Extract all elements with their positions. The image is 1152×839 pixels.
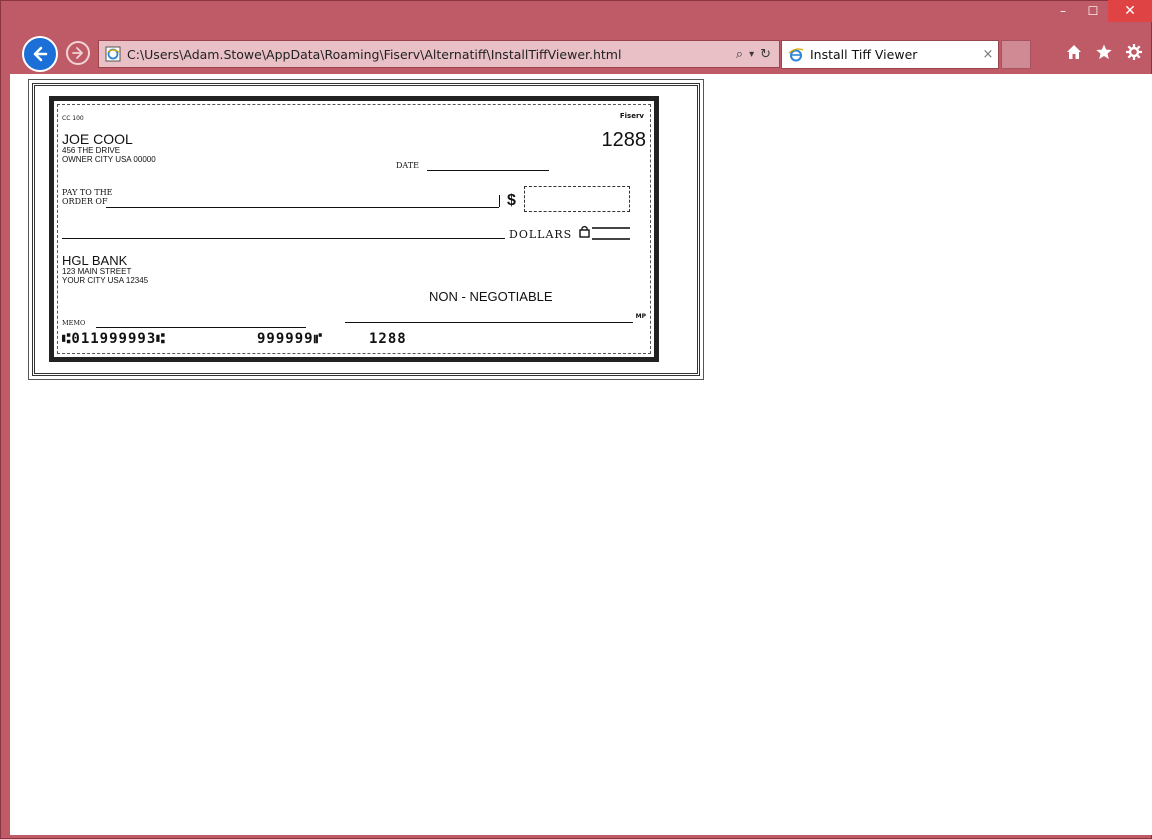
mp-label: MP: [635, 313, 646, 320]
form-code: CC 100: [62, 115, 84, 122]
dollars-label: DOLLARS: [509, 228, 573, 241]
security-features-note: [592, 227, 630, 240]
bank-city: YOUR CITY USA 12345: [62, 276, 149, 285]
settings-gear-icon[interactable]: [1124, 42, 1144, 62]
owner-name: JOE COOL: [62, 131, 133, 147]
security-lock-icon: [579, 225, 590, 238]
url-text[interactable]: C:\Users\Adam.Stowe\AppData\Roaming\Fise…: [127, 47, 736, 62]
home-icon[interactable]: [1064, 42, 1084, 62]
page-content: CC 100 Fiserv JOE COOL 456 THE DRIVE OWN…: [10, 74, 1152, 835]
ie-page-icon: [105, 46, 121, 62]
address-bar[interactable]: C:\Users\Adam.Stowe\AppData\Roaming\Fise…: [98, 40, 780, 68]
close-window-button[interactable]: ✕: [1108, 0, 1152, 22]
micr-account-number: 999999⑈: [257, 331, 323, 347]
tab-install-tiff-viewer[interactable]: Install Tiff Viewer ×: [781, 40, 999, 69]
back-button[interactable]: [22, 36, 58, 72]
favorites-star-icon[interactable]: [1094, 42, 1114, 62]
payee-line-end: [499, 195, 500, 207]
memo-line: [96, 327, 306, 328]
micr-routing-number: ⑆011999993⑆: [62, 331, 166, 347]
search-dropdown-icon[interactable]: ▾: [749, 49, 754, 60]
bank-brand-logo: Fiserv: [619, 112, 644, 120]
maximize-button[interactable]: ☐: [1078, 0, 1108, 22]
non-negotiable-text: NON - NEGOTIABLE: [429, 289, 553, 304]
owner-city: OWNER CITY USA 00000: [62, 155, 156, 164]
memo-label: MEMO: [62, 319, 86, 327]
tab-close-icon[interactable]: ×: [978, 47, 998, 62]
forward-arrow-icon: [72, 47, 83, 59]
back-arrow-icon: [33, 46, 48, 62]
new-tab-button[interactable]: [1001, 40, 1031, 69]
amount-box: [524, 186, 630, 212]
check-security-border: CC 100 Fiserv JOE COOL 456 THE DRIVE OWN…: [49, 96, 659, 362]
check-number: 1288: [601, 129, 647, 151]
bank-name: HGL BANK: [62, 253, 128, 268]
order-of-label: ORDER OF: [62, 197, 108, 206]
tab-title: Install Tiff Viewer: [810, 47, 918, 62]
date-label: DATE: [396, 161, 419, 170]
window-caption-buttons: – ☐ ✕: [1048, 0, 1152, 22]
payee-line: [106, 207, 499, 208]
browser-toolbar: [1064, 42, 1144, 62]
bank-street: 123 MAIN STREET: [62, 267, 132, 276]
minimize-button[interactable]: –: [1048, 0, 1078, 22]
ie-logo-icon: [788, 47, 804, 61]
amount-words-line: [62, 238, 505, 239]
search-icon[interactable]: ⌕: [736, 47, 743, 62]
pay-to-label: PAY TO THE: [62, 188, 113, 197]
signature-line: [345, 322, 633, 323]
forward-button[interactable]: [66, 41, 90, 65]
dollar-sign: $: [507, 192, 516, 209]
date-line: [427, 170, 549, 171]
micr-check-number: 1288: [369, 331, 407, 347]
check-image: CC 100 Fiserv JOE COOL 456 THE DRIVE OWN…: [28, 79, 704, 380]
refresh-icon[interactable]: ↻: [760, 47, 771, 62]
owner-street: 456 THE DRIVE: [62, 146, 121, 155]
